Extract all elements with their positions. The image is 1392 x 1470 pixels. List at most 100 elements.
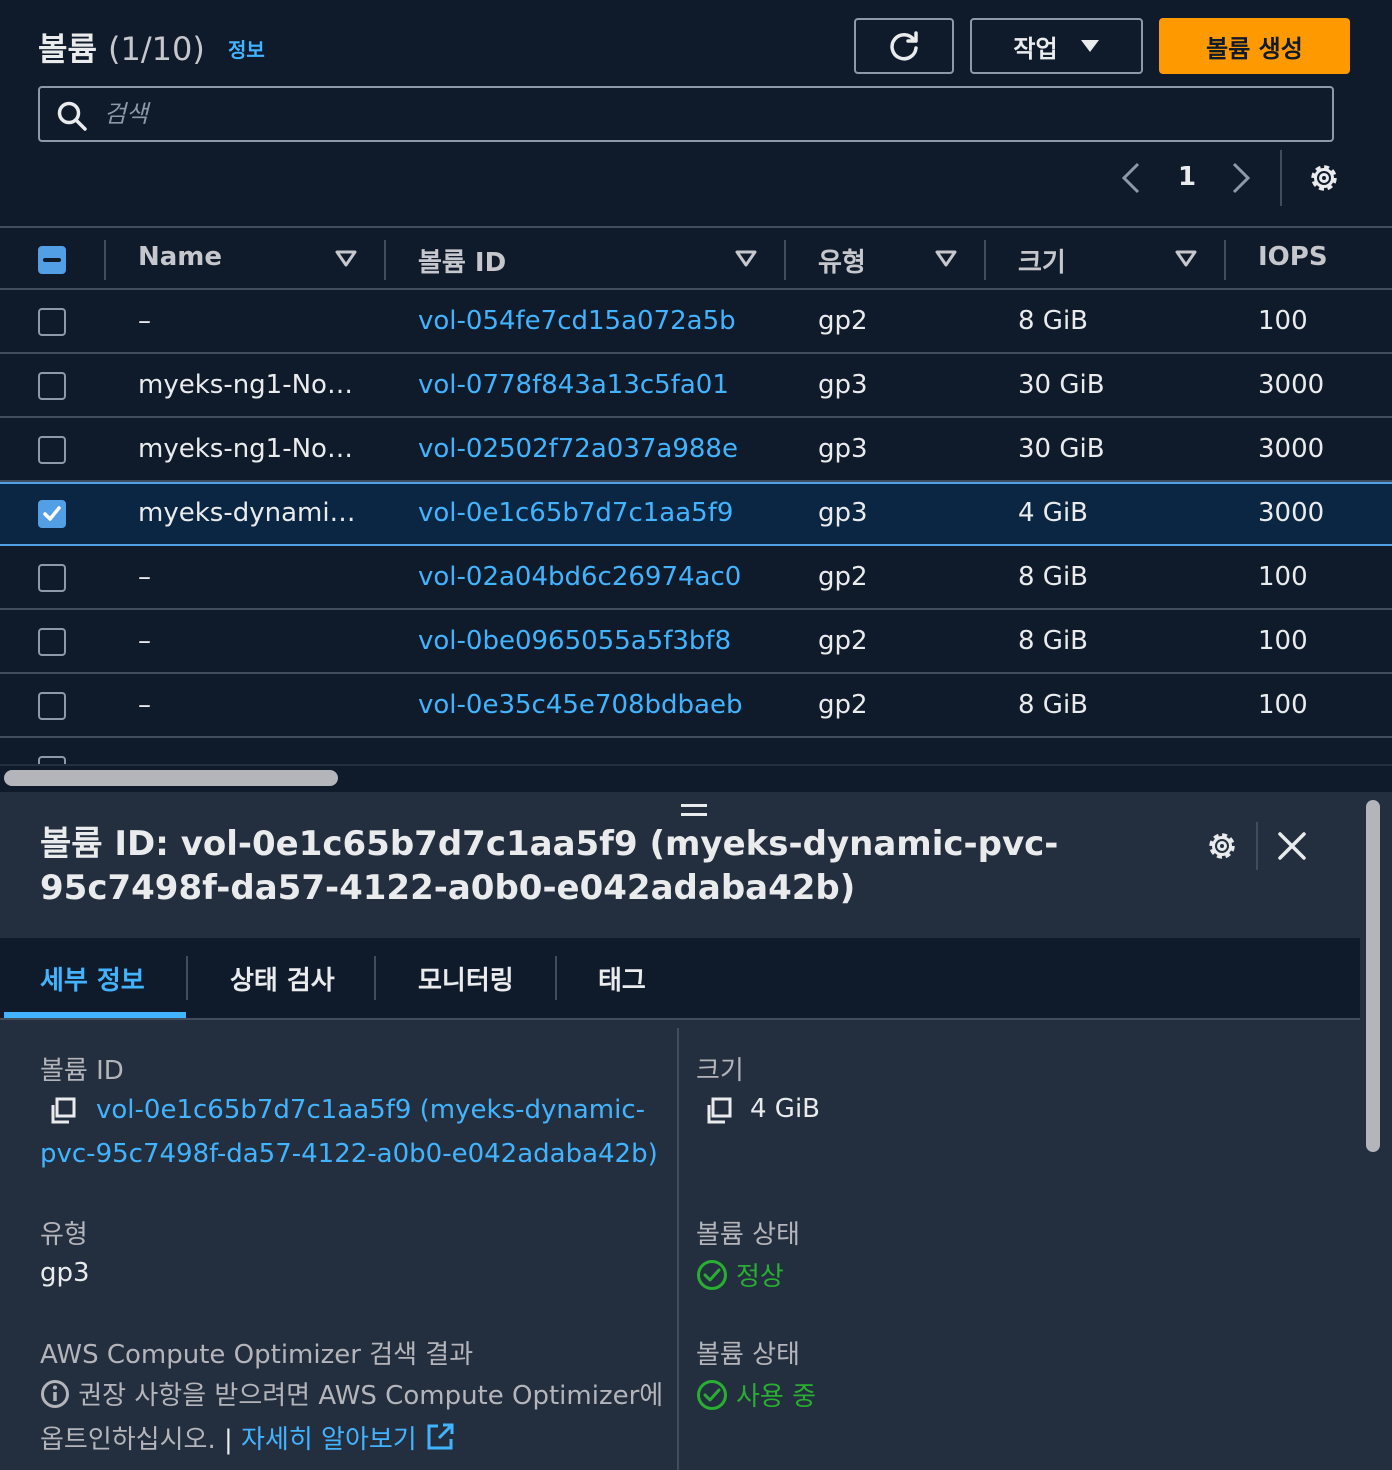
tab-monitoring[interactable]: 모니터링 xyxy=(418,960,514,997)
learn-more-link[interactable]: 자세히 알아보기 xyxy=(241,1425,417,1455)
cell-volume-id-link[interactable]: vol-054fe7cd15a072a5b xyxy=(418,306,736,336)
selection-count: (1/10) xyxy=(108,30,205,68)
chevron-right-icon xyxy=(1232,162,1251,194)
column-header-volume-id[interactable]: 볼륨 ID xyxy=(418,242,506,279)
gear-icon xyxy=(1311,165,1337,191)
volume-status-status: 사용 중 xyxy=(696,1376,816,1413)
cell-volume-id-link[interactable]: vol-0e1c65b7d7c1aa5f9 xyxy=(418,498,733,528)
cell-size: 4 GiB xyxy=(1018,498,1089,528)
cell-type: gp2 xyxy=(818,690,868,720)
tab-status-checks[interactable]: 상태 검사 xyxy=(230,960,335,997)
cell-name: myeks-ng1-No… xyxy=(138,370,353,400)
table-row[interactable]: – vol-02a04bd6c26974ac0 gp2 8 GiB 100 xyxy=(0,546,1392,610)
row-checkbox[interactable] xyxy=(38,692,66,720)
table-preferences-button[interactable] xyxy=(1304,158,1344,202)
column-header-name[interactable]: Name xyxy=(138,242,222,272)
column-divider xyxy=(1224,240,1226,280)
cell-size: 8 GiB xyxy=(1018,562,1089,592)
search-input[interactable] xyxy=(104,88,1304,140)
column-header-type[interactable]: 유형 xyxy=(818,242,866,279)
cell-name: – xyxy=(138,626,151,656)
refresh-icon xyxy=(890,31,918,61)
cell-volume-id-link[interactable]: vol-02502f72a037a988e xyxy=(418,434,738,464)
cell-type: gp3 xyxy=(818,434,868,464)
volumes-header: 볼륨 (1/10) 정보 작업 볼륨 생성 검색 1 xyxy=(0,0,1392,228)
row-checkbox[interactable] xyxy=(38,308,66,336)
cell-iops: 3000 xyxy=(1258,498,1325,528)
cell-name: – xyxy=(138,690,151,720)
column-divider xyxy=(384,240,386,280)
table-row[interactable]: – vol-0be0965055a5f3bf8 gp2 8 GiB 100 xyxy=(0,610,1392,674)
next-page-button[interactable] xyxy=(1228,152,1258,204)
volume-state-label: 볼륨 상태 xyxy=(696,1220,800,1250)
copy-icon[interactable] xyxy=(704,1096,734,1126)
title-text: 볼륨 xyxy=(38,30,97,68)
prev-page-button[interactable] xyxy=(1118,152,1148,204)
column-divider xyxy=(677,1028,679,1470)
tab-details[interactable]: 세부 정보 xyxy=(40,960,145,997)
external-link-icon[interactable] xyxy=(425,1422,455,1452)
resize-handle[interactable] xyxy=(681,804,707,822)
vertical-scrollbar-thumb[interactable] xyxy=(1366,800,1380,1152)
select-all-checkbox[interactable] xyxy=(38,246,66,274)
info-link[interactable]: 정보 xyxy=(228,34,265,63)
row-checkbox[interactable] xyxy=(38,628,66,656)
cell-iops: 3000 xyxy=(1258,434,1325,464)
table-header: Name 볼륨 ID 유형 크기 IOPS xyxy=(0,226,1392,290)
row-checkbox-checked[interactable] xyxy=(38,500,66,528)
table-row[interactable]: myeks-ng1-No… vol-02502f72a037a988e gp3 … xyxy=(0,418,1392,482)
resize-handle-line xyxy=(681,813,707,816)
cell-type: gp2 xyxy=(818,562,868,592)
cell-volume-id-link[interactable]: vol-02a04bd6c26974ac0 xyxy=(418,562,741,592)
chevron-left-icon xyxy=(1121,162,1140,194)
info-icon xyxy=(41,1380,69,1408)
cell-type: gp2 xyxy=(818,306,868,336)
column-header-iops[interactable]: IOPS xyxy=(1258,242,1328,272)
sort-down-icon[interactable] xyxy=(334,250,358,268)
row-checkbox[interactable] xyxy=(38,756,66,764)
column-divider xyxy=(104,240,106,280)
sort-down-icon[interactable] xyxy=(1174,250,1198,268)
sort-down-icon[interactable] xyxy=(934,250,958,268)
create-volume-button[interactable]: 볼륨 생성 xyxy=(1159,18,1350,74)
volume-status-label: 볼륨 상태 xyxy=(696,1340,800,1370)
cell-volume-id-link[interactable]: vol-0e35c45e708bdbaeb xyxy=(418,690,742,720)
search-box[interactable] xyxy=(38,86,1334,142)
table-row[interactable]: – vol-054fe7cd15a072a5b gp2 8 GiB 100 xyxy=(0,290,1392,354)
volume-id-label: 볼륨 ID xyxy=(40,1056,124,1086)
row-checkbox[interactable] xyxy=(38,436,66,464)
column-header-size[interactable]: 크기 xyxy=(1018,242,1066,279)
volume-status-value: 사용 중 xyxy=(736,1382,817,1412)
cell-iops: 3000 xyxy=(1258,370,1325,400)
volume-state-status: 정상 xyxy=(696,1256,784,1293)
table-row[interactable]: myeks-ng1-No… vol-0778f843a13c5fa01 gp3 … xyxy=(0,354,1392,418)
cell-iops: 100 xyxy=(1258,306,1308,336)
panel-preferences-button[interactable] xyxy=(1202,826,1242,870)
cell-type: gp2 xyxy=(818,626,868,656)
separator: | xyxy=(223,1425,233,1455)
cell-volume-id-link[interactable]: vol-0be0965055a5f3bf8 xyxy=(418,626,731,656)
tab-divider xyxy=(186,956,188,1000)
table-row-selected[interactable]: myeks-dynami… vol-0e1c65b7d7c1aa5f9 gp3 … xyxy=(0,482,1392,546)
table-row[interactable]: – vol-0e35c45e708bdbaeb gp2 8 GiB 100 xyxy=(0,674,1392,738)
refresh-button[interactable] xyxy=(854,18,954,74)
cell-name: – xyxy=(138,306,151,336)
resize-handle-line xyxy=(681,804,707,807)
cell-name: myeks-dynami… xyxy=(138,498,356,528)
size-label: 크기 xyxy=(696,1056,744,1086)
actions-dropdown[interactable]: 작업 xyxy=(970,18,1143,74)
cell-volume-id-link[interactable]: vol-0778f843a13c5fa01 xyxy=(418,370,729,400)
check-circle-icon xyxy=(697,1379,727,1410)
current-page-number[interactable]: 1 xyxy=(1170,162,1204,192)
close-panel-button[interactable] xyxy=(1276,830,1308,866)
checkmark-icon xyxy=(43,506,61,521)
row-checkbox[interactable] xyxy=(38,564,66,592)
row-checkbox[interactable] xyxy=(38,372,66,400)
tab-tags[interactable]: 태그 xyxy=(598,960,646,997)
sort-down-icon[interactable] xyxy=(734,250,758,268)
table-row-partial[interactable] xyxy=(0,738,1392,764)
volume-id-value-link[interactable]: vol-0e1c65b7d7c1aa5f9 (myeks-dynamic-pvc… xyxy=(40,1088,670,1176)
panel-title: 볼륨 ID: vol-0e1c65b7d7c1aa5f9 (myeks-dyna… xyxy=(40,824,1059,908)
horizontal-scrollbar-thumb[interactable] xyxy=(4,770,338,786)
cell-iops: 100 xyxy=(1258,562,1308,592)
